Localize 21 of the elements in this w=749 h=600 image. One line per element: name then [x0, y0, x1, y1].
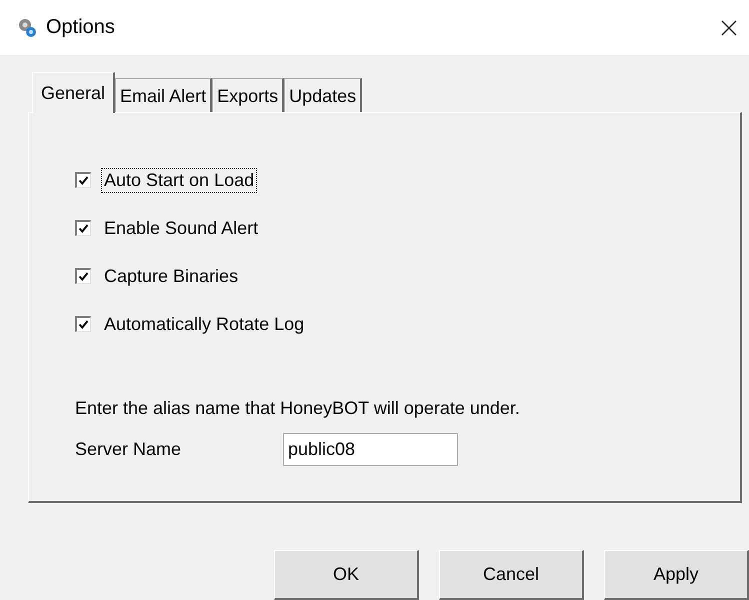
checkbox-label[interactable]: Auto Start on Load: [101, 168, 258, 192]
hint-text: Enter the alias name that HoneyBOT will operate under.: [75, 398, 521, 419]
dialog-button[interactable]: Apply: [604, 550, 749, 600]
server-name-field[interactable]: public08: [283, 433, 458, 466]
close-icon[interactable]: [721, 20, 737, 36]
checkbox[interactable]: [75, 220, 91, 236]
tab[interactable]: Email Alert: [115, 78, 212, 112]
dialog-button[interactable]: OK: [274, 550, 419, 600]
tab[interactable]: Updates: [284, 78, 362, 112]
checkbox-label[interactable]: Automatically Rotate Log: [101, 312, 308, 336]
checkbox[interactable]: [75, 268, 91, 284]
dialog-button[interactable]: Cancel: [439, 550, 584, 600]
checkbox[interactable]: [75, 316, 91, 332]
gears-icon: [17, 18, 37, 38]
field-label: Server Name: [75, 439, 182, 460]
checkbox-label[interactable]: Enable Sound Alert: [101, 216, 262, 240]
window-title: Options: [46, 16, 115, 39]
checkbox-label[interactable]: Capture Binaries: [101, 264, 242, 288]
tab[interactable]: General: [32, 72, 116, 113]
checkbox[interactable]: [75, 172, 91, 188]
tab[interactable]: Exports: [212, 78, 284, 112]
